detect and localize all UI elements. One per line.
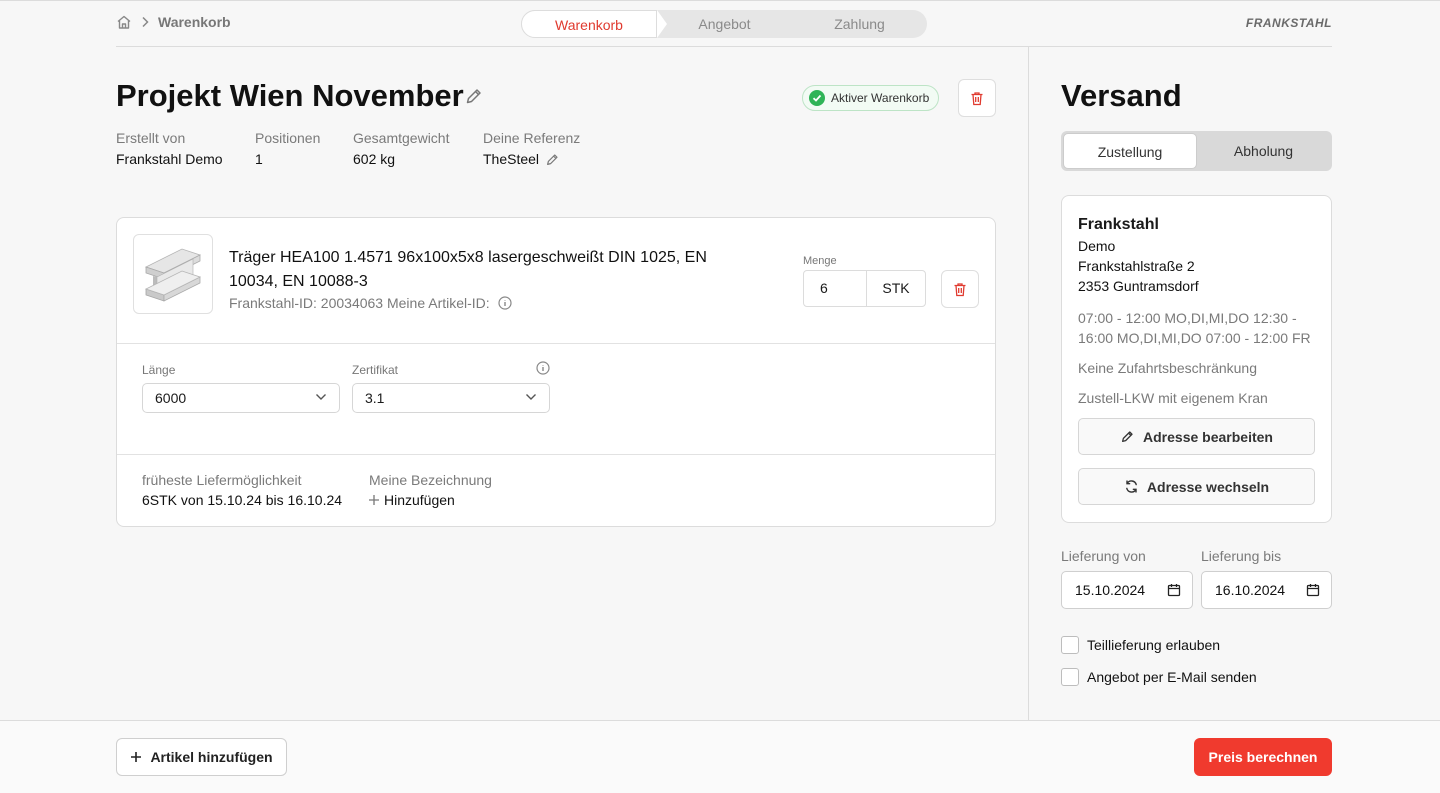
delivery-from-input[interactable]: 15.10.2024 — [1061, 571, 1193, 609]
address-street: Frankstahlstraße 2 — [1078, 258, 1195, 274]
check-circle-icon — [809, 90, 825, 106]
delivery-to-input[interactable]: 16.10.2024 — [1201, 571, 1332, 609]
meta-label: Deine Referenz — [483, 130, 581, 146]
chevron-down-icon — [525, 393, 537, 401]
toggle-pickup[interactable]: Abholung — [1197, 133, 1330, 169]
calendar-icon[interactable] — [1306, 583, 1320, 597]
breadcrumb: Warenkorb — [116, 14, 231, 30]
chevron-down-icon — [315, 393, 327, 401]
toggle-delivery[interactable]: Zustellung — [1063, 133, 1197, 169]
checkbox[interactable] — [1061, 636, 1079, 654]
pencil-icon[interactable] — [545, 152, 560, 167]
step-active-arrow — [657, 10, 667, 38]
length-label: Länge — [142, 363, 176, 377]
home-icon[interactable] — [116, 14, 132, 30]
meta-weight: Gesamtgewicht 602 kg — [353, 130, 449, 167]
address-city: 2353 Guntramsdorf — [1078, 278, 1199, 294]
delivery-from-value: 15.10.2024 — [1075, 582, 1146, 598]
status-badge-label: Aktiver Warenkorb — [831, 91, 930, 105]
page-title: Projekt Wien November — [116, 78, 464, 113]
cart-item-card: Träger HEA100 1.4571 96x100x5x8 laserges… — [116, 217, 996, 527]
meta-value: 602 kg — [353, 151, 396, 167]
access-restriction: Keine Zufahrtsbeschränkung — [1078, 360, 1257, 376]
checkout-stepper: Warenkorb Angebot Zahlung — [521, 10, 927, 38]
length-value: 6000 — [155, 390, 187, 406]
address-company: Frankstahl — [1078, 216, 1159, 233]
step-warenkorb[interactable]: Warenkorb — [521, 10, 657, 38]
top-bar-divider — [116, 46, 1332, 47]
meta-reference-value: TheSteel — [483, 151, 580, 167]
quantity-label: Menge — [803, 255, 837, 267]
column-divider — [1028, 47, 1029, 720]
designation-label: Meine Bezeichnung — [369, 472, 492, 488]
meta-value: 1 — [255, 151, 263, 167]
add-item-button[interactable]: Artikel hinzufügen — [116, 738, 287, 776]
card-divider — [117, 343, 995, 344]
pencil-icon — [1120, 429, 1135, 444]
checkbox[interactable] — [1061, 668, 1079, 686]
address-line: Demo — [1078, 238, 1116, 254]
trash-icon — [970, 91, 984, 106]
quantity-field[interactable]: 6 STK — [803, 270, 926, 307]
meta-positions: Positionen 1 — [255, 130, 320, 167]
chevron-right-icon — [140, 16, 150, 28]
plus-icon — [368, 494, 380, 506]
info-icon[interactable] — [536, 361, 550, 375]
edit-address-button[interactable]: Adresse bearbeiten — [1078, 418, 1315, 455]
step-zahlung[interactable]: Zahlung — [792, 10, 927, 38]
meta-value: TheSteel — [483, 151, 540, 167]
email-offer-label: Angebot per E-Mail senden — [1087, 669, 1257, 685]
breadcrumb-current[interactable]: Warenkorb — [158, 14, 231, 30]
pencil-icon[interactable] — [464, 86, 484, 106]
length-select[interactable]: 6000 — [142, 383, 340, 413]
address-card: Frankstahl Demo Frankstahlstraße 2 2353 … — [1061, 195, 1332, 523]
info-icon[interactable] — [498, 296, 512, 310]
trash-icon — [953, 282, 967, 297]
status-badge: Aktiver Warenkorb — [802, 85, 940, 111]
delivery-from-label: Lieferung von — [1061, 548, 1146, 564]
shipping-mode-toggle: Zustellung Abholung — [1061, 131, 1332, 171]
refresh-icon — [1124, 479, 1139, 494]
step-angebot[interactable]: Angebot — [657, 10, 792, 38]
plus-icon — [130, 751, 142, 763]
edit-address-label: Adresse bearbeiten — [1143, 428, 1273, 445]
meta-label: Gesamtgewicht — [353, 130, 450, 146]
earliest-delivery-value: 6STK von 15.10.24 bis 16.10.24 — [142, 492, 343, 508]
brand-logo: FRANKSTAHL — [1245, 16, 1332, 30]
meta-reference: Deine Referenz TheSteel — [483, 130, 580, 167]
product-ids: Frankstahl-ID: 20034063 Meine Artikel-ID… — [229, 295, 512, 311]
add-designation-button[interactable]: Hinzufügen — [368, 492, 455, 508]
meta-label: Erstellt von — [116, 130, 186, 146]
certificate-value: 3.1 — [365, 390, 385, 406]
delete-item-button[interactable] — [941, 270, 979, 308]
delete-cart-button[interactable] — [958, 79, 996, 117]
meta-value: Frankstahl Demo — [116, 151, 223, 167]
partial-delivery-checkbox[interactable]: Teillieferung erlauben — [1061, 636, 1220, 654]
calendar-icon[interactable] — [1167, 583, 1181, 597]
change-address-label: Adresse wechseln — [1146, 478, 1270, 495]
add-item-label: Artikel hinzufügen — [150, 749, 273, 765]
delivery-to-label: Lieferung bis — [1201, 548, 1282, 564]
change-address-button[interactable]: Adresse wechseln — [1078, 468, 1315, 505]
calculate-price-button[interactable]: Preis berechnen — [1194, 738, 1332, 776]
product-image — [133, 234, 213, 314]
product-name: Träger HEA100 1.4571 96x100x5x8 laserges… — [229, 249, 707, 290]
email-offer-checkbox[interactable]: Angebot per E-Mail senden — [1061, 668, 1257, 686]
certificate-label: Zertifikat — [352, 363, 399, 377]
meta-created-by: Erstellt von Frankstahl Demo — [116, 130, 223, 167]
add-designation-label: Hinzufügen — [384, 492, 455, 508]
card-divider — [117, 454, 995, 455]
earliest-delivery-label: früheste Liefermöglichkeit — [142, 472, 302, 488]
shipping-title: Versand — [1061, 78, 1182, 113]
delivery-to-value: 16.10.2024 — [1215, 582, 1286, 598]
meta-label: Positionen — [255, 130, 321, 146]
quantity-unit: STK — [882, 280, 910, 296]
product-ids-text: Frankstahl-ID: 20034063 Meine Artikel-ID… — [229, 295, 490, 311]
truck-info: Zustell-LKW mit eigenem Kran — [1078, 390, 1268, 406]
certificate-select[interactable]: 3.1 — [352, 383, 550, 413]
quantity-input[interactable]: 6 — [804, 271, 867, 306]
partial-delivery-label: Teillieferung erlauben — [1087, 637, 1221, 653]
opening-hours: 07:00 - 12:00 MO,DI,MI,DO 12:30 - 16:00 … — [1078, 310, 1311, 346]
